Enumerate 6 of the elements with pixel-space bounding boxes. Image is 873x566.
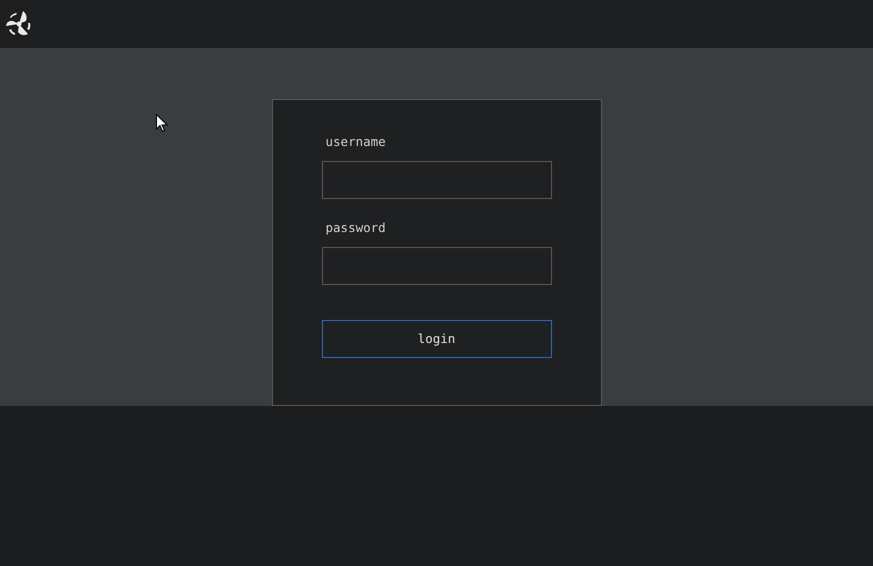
login-button[interactable]: login xyxy=(322,320,552,358)
field-label: password xyxy=(326,219,387,237)
input-field[interactable] xyxy=(322,161,552,199)
field-label: username xyxy=(326,133,387,151)
input-field[interactable] xyxy=(322,247,552,285)
cursor-icon xyxy=(156,114,168,133)
